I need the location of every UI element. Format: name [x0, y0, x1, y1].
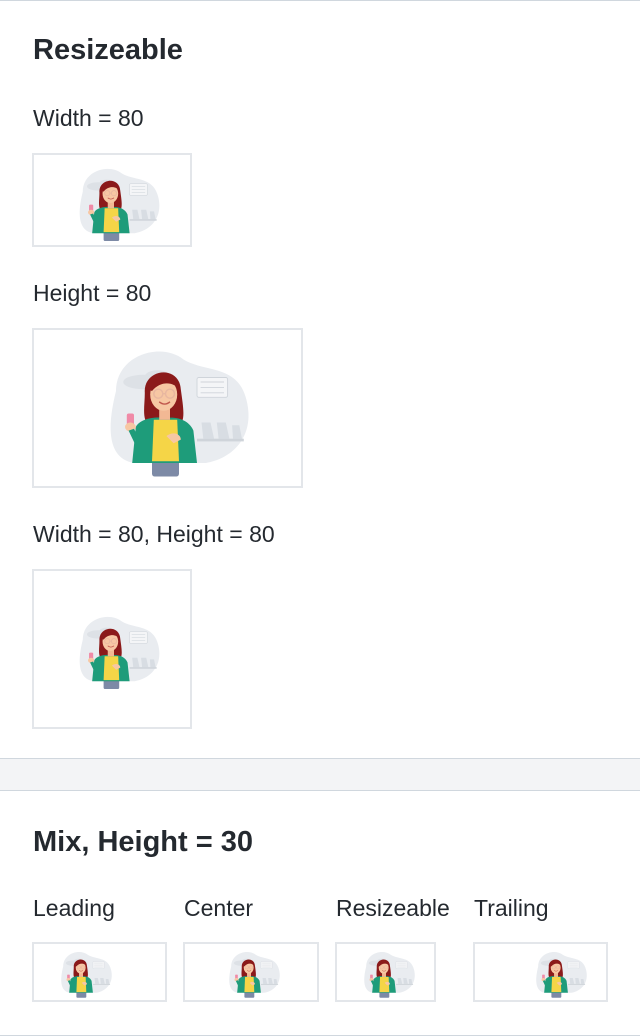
- example-label-height: Height = 80: [33, 280, 152, 306]
- image-frame-resizeable: [335, 942, 436, 1002]
- image-frame-center: [183, 942, 319, 1002]
- image-frame-width-height: [32, 569, 192, 729]
- woman-with-phone-illustration: [535, 951, 588, 999]
- column-label-resizeable: Resizeable: [336, 895, 450, 921]
- section-separator: [0, 758, 640, 791]
- section-title: Resizeable: [33, 34, 183, 66]
- woman-with-phone-illustration: [363, 951, 416, 999]
- image-frame-trailing: [473, 942, 608, 1002]
- section-title: Mix, Height = 30: [33, 826, 253, 858]
- column-label-center: Center: [184, 895, 254, 921]
- image-frame-leading: [32, 942, 167, 1002]
- column-label-trailing: Trailing: [474, 895, 549, 921]
- column-label-leading: Leading: [33, 895, 115, 921]
- example-label-width-height: Width = 80, Height = 80: [33, 521, 275, 547]
- woman-with-phone-illustration: [109, 350, 250, 478]
- woman-with-phone-illustration: [228, 951, 281, 999]
- example-label-width: Width = 80: [33, 105, 144, 131]
- resizeable-section: Resizeable Width = 80 Height = 80 Width …: [0, 0, 640, 758]
- woman-with-phone-illustration: [79, 616, 160, 690]
- image-frame-width: [32, 153, 192, 247]
- woman-with-phone-illustration: [60, 951, 113, 999]
- woman-with-phone-illustration: [79, 168, 160, 242]
- image-frame-height: [32, 328, 303, 488]
- mix-section: Mix, Height = 30 Leading Center Resizeab…: [0, 791, 640, 1036]
